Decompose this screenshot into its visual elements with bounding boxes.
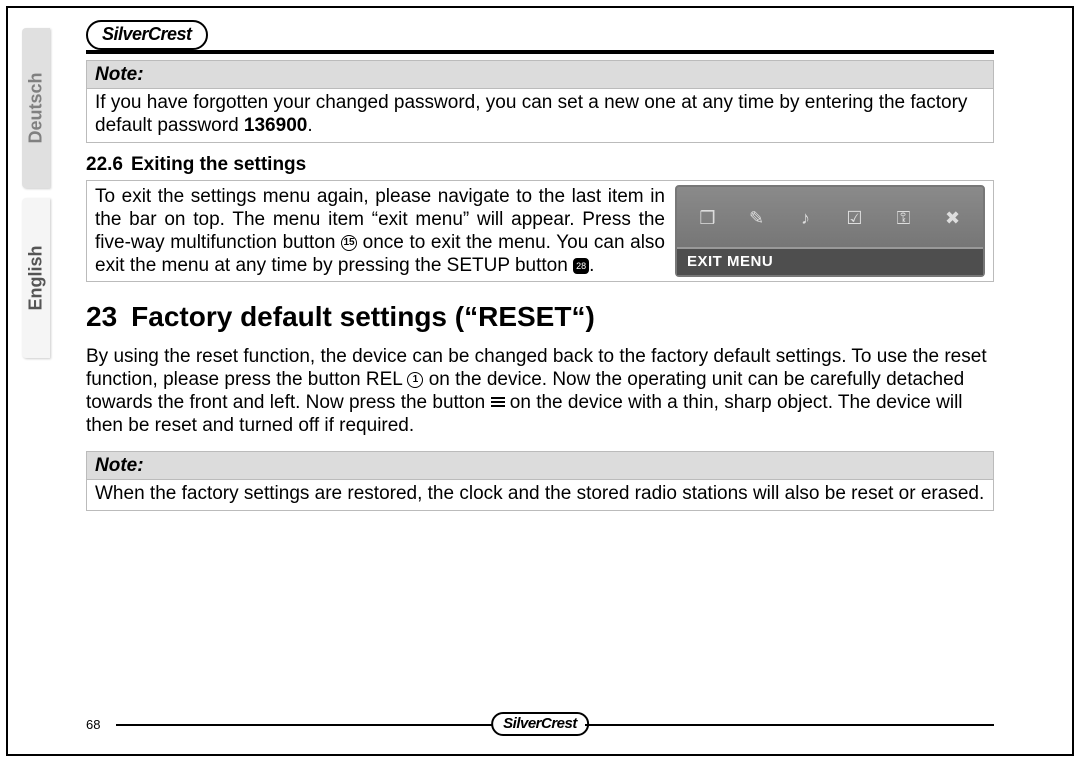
exit-settings-text: To exit the settings menu again, please …: [95, 185, 665, 278]
note-text-post: .: [307, 115, 312, 136]
chapter-23-paragraph: By using the reset function, the device …: [86, 345, 994, 438]
lock-icon: ⚿: [890, 206, 918, 230]
footer-rule-right: [585, 724, 994, 726]
note-icon: ♪: [792, 206, 820, 230]
note-title: Note:: [87, 61, 993, 89]
language-tabs: Deutsch English: [22, 28, 64, 388]
footer: 68 SilverCrest: [86, 710, 994, 740]
lang-label-deutsch: Deutsch: [26, 72, 47, 143]
lang-tab-english[interactable]: English: [22, 198, 50, 358]
exit-menu-label-bar: EXIT MENU: [677, 247, 983, 275]
button-ref-1-icon: 1: [407, 372, 423, 388]
chapter-23-heading: 23 Factory default settings (“RESET“): [86, 300, 994, 334]
footer-brand-logo: SilverCrest: [491, 712, 589, 736]
header: SilverCrest: [86, 20, 994, 52]
exit-menu-label: EXIT MENU: [677, 249, 983, 275]
section-number: 22.6: [86, 154, 123, 175]
reset-slot-icon: [491, 397, 505, 409]
check-icon: ☑: [841, 206, 869, 230]
note-body: If you have forgotten your changed passw…: [87, 89, 993, 141]
monitor-icon: ❒: [694, 206, 722, 230]
pen-icon: ✎: [743, 206, 771, 230]
exit-settings-box: To exit the settings menu again, please …: [86, 180, 994, 283]
header-rule: [86, 50, 994, 54]
close-icon: ✖: [939, 206, 967, 230]
exit-menu-icon-row: ❒ ✎ ♪ ☑ ⚿ ✖: [677, 187, 983, 247]
page-number: 68: [86, 717, 100, 732]
exit-text-post: .: [589, 255, 594, 276]
button-ref-28-icon: 28: [573, 258, 589, 274]
note2-title: Note:: [87, 452, 993, 480]
footer-logo-wrap: SilverCrest: [491, 712, 589, 736]
content-area: Note: If you have forgotten your changed…: [86, 60, 994, 521]
lang-label-english: English: [26, 245, 47, 310]
footer-rule-left: [116, 724, 495, 726]
note-text-pre: If you have forgotten your changed passw…: [95, 92, 967, 136]
note-box-password: Note: If you have forgotten your changed…: [86, 60, 994, 143]
chapter-title: Factory default settings (“RESET“): [131, 301, 595, 332]
exit-menu-graphic: ❒ ✎ ♪ ☑ ⚿ ✖ EXIT MENU: [675, 185, 985, 278]
lang-tab-deutsch[interactable]: Deutsch: [22, 28, 50, 188]
note-password-value: 136900: [244, 115, 307, 136]
section-title: Exiting the settings: [131, 154, 306, 175]
chapter-number: 23: [86, 301, 117, 332]
button-ref-15-icon: 15: [341, 235, 357, 251]
page-frame: Deutsch English SilverCrest Note: If you…: [6, 6, 1074, 756]
brand-logo: SilverCrest: [86, 20, 208, 50]
note-box-reset: Note: When the factory settings are rest…: [86, 451, 994, 510]
note2-body: When the factory settings are restored, …: [87, 480, 993, 509]
section-22-6-heading: 22.6 Exiting the settings: [86, 153, 994, 176]
